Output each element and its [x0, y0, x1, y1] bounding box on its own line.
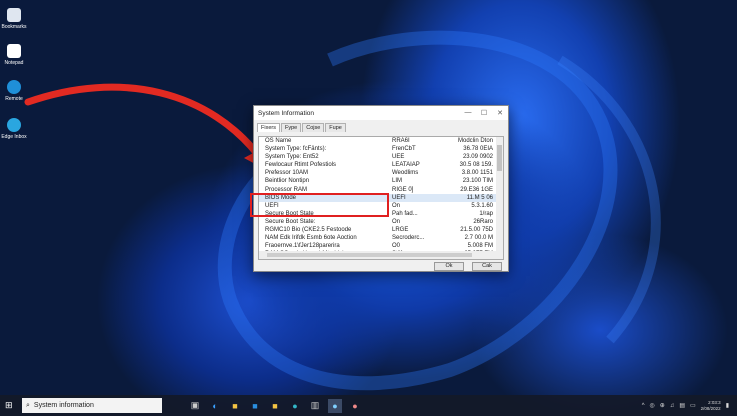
item-detail: 36.78 0EIA — [463, 146, 493, 153]
store-icon[interactable]: ■ — [248, 399, 262, 413]
item-value: Secroderc... — [392, 235, 425, 242]
app2-icon[interactable]: ● — [348, 399, 362, 413]
item-value: On — [392, 202, 401, 209]
item-name: System Type: fcFänts): — [265, 146, 327, 153]
list-row[interactable]: System Type: fcFänts): FrenCbT 36.78 0EIA — [259, 145, 503, 153]
tray-chevron-icon[interactable]: ^ — [642, 403, 645, 409]
horizontal-scrollbar[interactable] — [259, 251, 503, 259]
item-value: RRA6I — [392, 138, 410, 144]
item-value: RIGE 0] — [392, 186, 414, 193]
keyboard-icon[interactable]: ▤ — [679, 402, 685, 409]
app-icon[interactable]: ▥ — [308, 399, 322, 413]
item-name: Fraoernve.1\fJer128parerira — [265, 243, 340, 250]
network-icon[interactable]: ⊕ — [660, 402, 665, 409]
item-value: LRGE — [392, 227, 409, 234]
item-name: RGMC10 Bio (CKE2.5 Festoode — [265, 227, 352, 234]
system-information-window: System Information — ☐ ✕ Fixers Fype Cojse… — [253, 105, 509, 272]
tab-2[interactable]: Cojse — [302, 123, 325, 132]
tab-3[interactable]: Fupe — [325, 123, 346, 132]
cancel-button[interactable]: Cak — [472, 262, 502, 271]
item-detail: 1/rap — [479, 210, 493, 217]
item-detail: 23.09 0902 — [462, 154, 493, 161]
item-detail: 11.M 5 06 — [466, 194, 493, 201]
title-bar: System Information — ☐ ✕ — [254, 106, 508, 120]
desktop-icon-remote[interactable]: Remote — [0, 80, 28, 102]
list-row[interactable]: Fraoernve.1\fJer128parerira O0 5.008 FM — [259, 242, 503, 250]
taskbar-search[interactable]: ⌕ System information — [22, 398, 162, 413]
minimize-button[interactable]: — — [460, 109, 476, 117]
tray-icon[interactable]: ◎ — [650, 402, 655, 409]
file-icon — [7, 8, 21, 22]
item-detail: 21.5.00 75D — [460, 227, 493, 234]
red-arrow — [24, 83, 266, 164]
item-value: Weodlims — [392, 170, 419, 177]
list-row[interactable]: OS Name RRA6I Modclin Dton — [259, 137, 503, 145]
tab-0[interactable]: Fixers — [257, 123, 280, 132]
list-row[interactable]: Beintlior Nontipn LIM 23.100 TIM — [259, 177, 503, 185]
item-detail: 5.008 FM — [467, 243, 493, 250]
display-icon[interactable]: ▭ — [690, 402, 696, 409]
item-detail: 5.3.1.60 — [471, 202, 493, 209]
close-button[interactable]: ✕ — [492, 109, 508, 117]
item-detail: 23.100 TIM — [462, 178, 493, 185]
list-row[interactable]: Prefessor 10AM Weodlims 3.8.00 1151 — [259, 169, 503, 177]
start-icon[interactable]: ⊞ — [5, 400, 13, 411]
list-row[interactable]: System Type: Ent52 UEE 23.09 0902 — [259, 153, 503, 161]
item-name: Fewlocaur Rtimt Pofestiols — [265, 162, 337, 169]
item-detail: 29.E36 1GE — [460, 186, 493, 193]
bios-mode-highlight-box — [250, 193, 389, 217]
notepad-icon — [7, 44, 21, 58]
item-name: Beintlior Nontipn — [265, 178, 310, 185]
item-detail: 30.5 08 159. — [459, 162, 493, 169]
desktop-icon-bookmarks[interactable]: Bookmarks — [0, 8, 28, 30]
item-detail: 3.8.00 1151 — [461, 170, 493, 177]
tab-1[interactable]: Fype — [280, 123, 302, 132]
list-row[interactable]: RGMC10 Bio (CKE2.5 Festoode LRGE 21.5.00 7… — [259, 226, 503, 234]
item-name: OS Name — [265, 138, 292, 144]
vertical-scrollbar[interactable] — [496, 137, 503, 253]
edge-icon — [7, 80, 21, 94]
item-value: O0 — [392, 243, 401, 250]
system-information-taskbar-icon[interactable]: ● — [328, 398, 342, 413]
item-value: LEATAIAP — [392, 162, 420, 169]
item-detail: 2.7 00.0 M — [464, 235, 493, 242]
item-value: On — [392, 218, 401, 225]
list-row[interactable]: Secure Boot State: On 26Raro — [259, 218, 503, 226]
ok-button[interactable]: Ok — [434, 262, 464, 271]
task-view-icon[interactable]: ▣ — [188, 399, 202, 413]
taskbar: ⊞ ⌕ System information ▣ ◐ ■ ■ ■ ● ▥ ● ● … — [0, 395, 737, 416]
desktop-icon-edge-inbox[interactable]: Edge Inbox — [0, 118, 28, 140]
item-value: LIM — [392, 178, 403, 185]
item-detail: Modclin Dton — [457, 138, 493, 144]
maximize-button[interactable]: ☐ — [476, 109, 492, 117]
file-explorer-icon[interactable]: ■ — [228, 399, 242, 413]
item-value: Pah fad... — [392, 210, 418, 217]
item-value: UEE — [392, 154, 405, 161]
edge-taskbar-icon[interactable]: ● — [288, 399, 302, 413]
item-detail: 26Raro — [473, 218, 493, 225]
item-name: NAM Edk Irifdk Esmb 6ote Aoction — [265, 235, 357, 242]
list-row[interactable]: Fewlocaur Rtimt Pofestiols LEATAIAP 30.5 0… — [259, 161, 503, 169]
item-name: Prefessor 10AM — [265, 170, 309, 177]
item-value: UEFI — [392, 194, 406, 201]
folder-icon[interactable]: ■ — [268, 399, 282, 413]
item-name: System Type: Ent52 — [265, 154, 319, 161]
notification-icon[interactable]: ▮ — [726, 402, 729, 409]
search-icon: ⌕ — [26, 401, 30, 409]
item-name: Secure Boot State: — [265, 218, 316, 225]
ie-icon — [7, 118, 21, 132]
window-title: System Information — [258, 109, 314, 117]
cortana-icon[interactable]: ◐ — [208, 399, 222, 413]
clock[interactable]: 2:03:3 2/08/2022 — [701, 400, 721, 412]
item-value: FrenCbT — [392, 146, 416, 153]
volume-icon[interactable]: ♫ — [670, 403, 675, 409]
desktop-icon-notepad[interactable]: Notepad — [0, 44, 28, 66]
list-row[interactable]: NAM Edk Irifdk Esmb 6ote Aoction Secroder… — [259, 234, 503, 242]
